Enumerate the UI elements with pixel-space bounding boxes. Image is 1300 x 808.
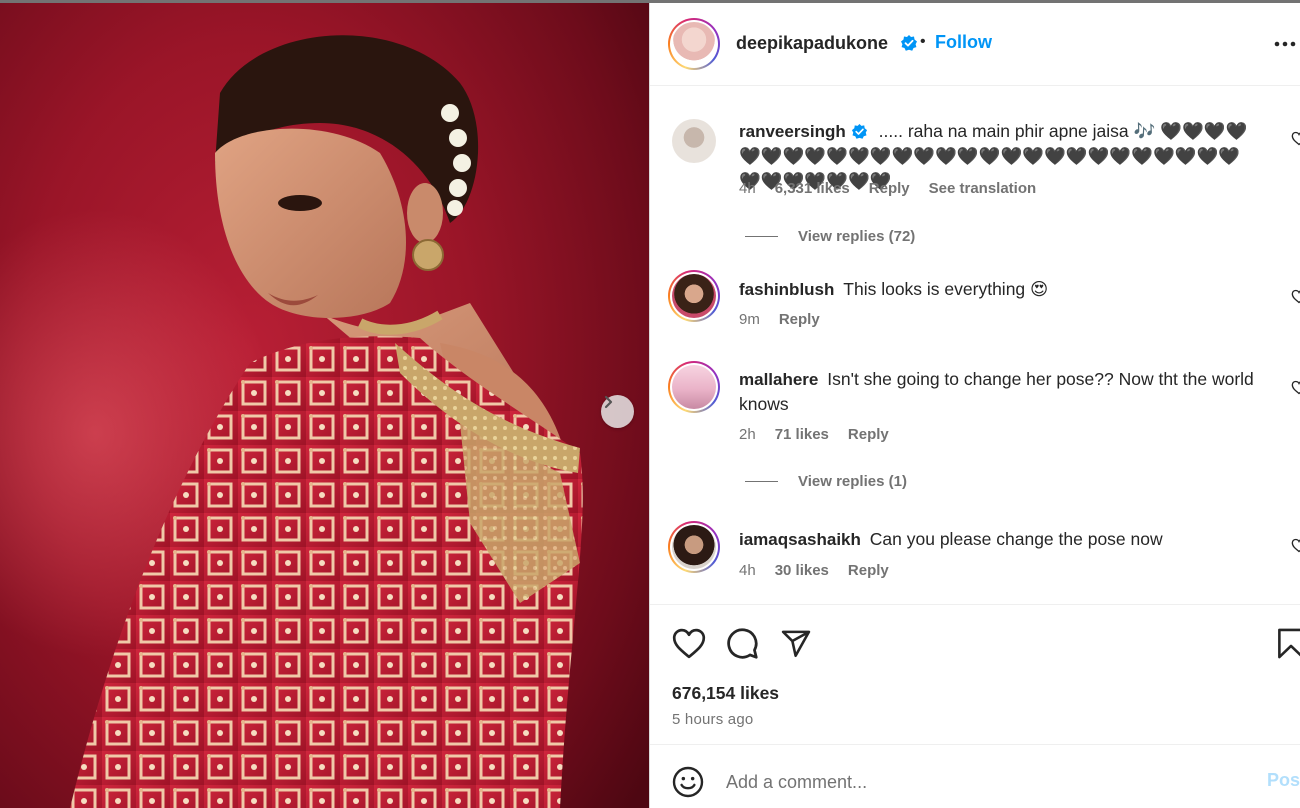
comment-heart-icon[interactable] [1291,131,1300,146]
view-replies-button[interactable]: View replies (72) [745,228,915,245]
reply-button[interactable]: Reply [869,180,910,197]
photo-illustration [70,35,583,808]
view-replies-label[interactable]: View replies (1) [798,473,907,490]
reply-button[interactable]: Reply [848,562,889,579]
view-replies-button[interactable]: View replies (1) [745,473,907,490]
more-options-icon[interactable] [1274,41,1296,47]
comment-likes[interactable]: 30 likes [775,562,829,579]
author-username[interactable]: deepikapadukone [736,33,888,54]
commenter-avatar[interactable] [668,361,720,413]
comment-meta: 4h 30 likes Reply [739,562,889,579]
follow-button[interactable]: Follow [935,32,992,53]
commenter-username[interactable]: fashinblush [739,280,834,299]
commenter-username[interactable]: mallahere [739,370,818,389]
post-header: deepikapadukone • Follow [650,3,1300,86]
commenter-avatar[interactable] [668,270,720,322]
replies-divider [745,481,778,482]
comment-bubble-icon[interactable] [726,627,759,660]
reply-button[interactable]: Reply [779,311,820,328]
commenter-avatar[interactable] [668,521,720,573]
likes-count[interactable]: 676,154 likes [672,683,779,704]
comment-input[interactable] [726,767,1246,797]
add-comment-bar: Post [650,744,1300,808]
header-separator: • [920,33,926,50]
comment-likes[interactable]: 6,331 likes [775,180,850,197]
replies-divider [745,236,778,237]
comment-heart-icon[interactable] [1291,289,1300,304]
post-side-panel: deepikapadukone • Follow ranveersingh ..… [649,3,1300,808]
post-photo[interactable] [0,3,649,808]
chevron-right-icon [604,395,613,409]
comment-text: This looks is everything 😍 [843,279,1049,299]
commenter-username[interactable]: ranveersingh [739,122,846,141]
comment-heart-icon[interactable] [1291,538,1300,553]
verified-badge-icon [851,123,867,139]
comment-heart-icon[interactable] [1291,380,1300,395]
post-comment-button[interactable]: Post [1267,770,1300,791]
comment-text: Can you please change the pose now [869,529,1163,549]
see-translation-button[interactable]: See translation [929,180,1037,197]
verified-badge-icon [901,35,917,51]
comment-meta: 2h 71 likes Reply [739,426,889,443]
heart-icon[interactable] [672,628,706,659]
comments-list: ranveersingh ..... raha na main phir apn… [650,87,1300,604]
comment-meta: 4h 6,331 likes Reply See translation [739,180,1036,197]
commenter-avatar[interactable] [672,119,716,163]
comment-time: 4h [739,180,756,197]
reply-button[interactable]: Reply [848,426,889,443]
commenter-username[interactable]: iamaqsashaikh [739,530,861,549]
comment-meta: 9m Reply [739,311,820,328]
post-timestamp[interactable]: 5 hours ago [672,711,753,728]
post-actions: 676,154 likes 5 hours ago [650,604,1300,746]
comment-time: 2h [739,426,756,443]
comment-time: 4h [739,562,756,579]
bookmark-icon[interactable] [1277,628,1300,659]
smiley-icon[interactable] [672,766,704,798]
view-replies-label[interactable]: View replies (72) [798,228,915,245]
comment-time: 9m [739,311,760,328]
next-photo-button[interactable] [601,395,634,428]
author-avatar[interactable] [668,18,720,70]
paper-plane-icon[interactable] [780,628,812,659]
comment-likes[interactable]: 71 likes [775,426,829,443]
